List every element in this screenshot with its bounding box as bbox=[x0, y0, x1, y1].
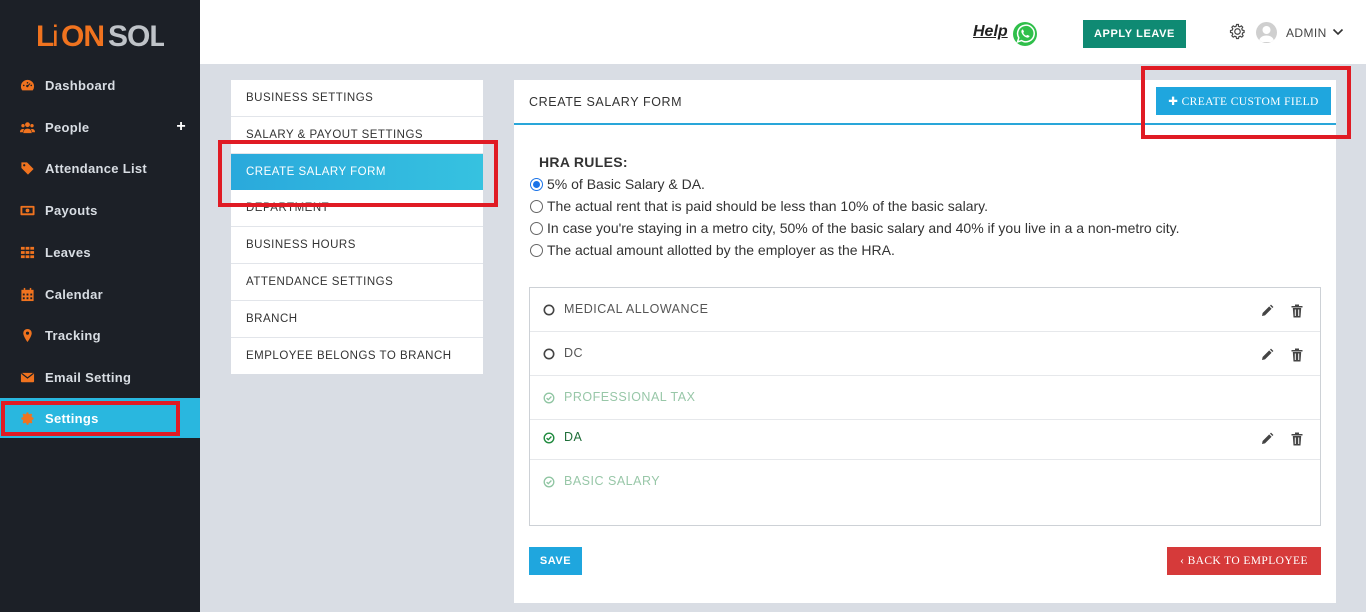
menu-item-business-settings[interactable]: BUSINESS SETTINGS bbox=[231, 80, 483, 117]
circle-icon bbox=[543, 348, 555, 360]
field-label: DC bbox=[564, 346, 584, 360]
envelope-icon bbox=[19, 369, 35, 385]
highlight-box-settings bbox=[1, 401, 180, 436]
circle-icon bbox=[543, 304, 555, 316]
sidebar-item-leaves[interactable]: Leaves bbox=[0, 232, 200, 272]
hra-radio-4[interactable] bbox=[530, 243, 543, 257]
sidebar-item-attendance-list[interactable]: Attendance List bbox=[0, 148, 200, 188]
hra-radio-1[interactable] bbox=[530, 177, 543, 191]
whatsapp-icon[interactable] bbox=[1012, 21, 1038, 47]
sidebar-item-label: Payouts bbox=[45, 202, 98, 218]
lionsol-logo[interactable]: L i ON SOL bbox=[36, 14, 164, 54]
sidebar-item-email-setting[interactable]: Email Setting bbox=[0, 357, 200, 397]
sidebar-item-label: Leaves bbox=[45, 244, 91, 260]
settings-menu: BUSINESS SETTINGS SALARY & PAYOUT SETTIN… bbox=[231, 80, 483, 375]
sidebar-item-dashboard[interactable]: Dashboard bbox=[0, 65, 200, 105]
chevron-down-icon[interactable] bbox=[1332, 27, 1344, 37]
help-link[interactable]: Help bbox=[973, 23, 1008, 41]
user-menu-label[interactable]: ADMIN bbox=[1286, 26, 1327, 40]
people-icon bbox=[19, 119, 35, 135]
dashboard-icon bbox=[19, 77, 35, 93]
check-circle-icon bbox=[543, 476, 555, 488]
menu-item-attendance-settings[interactable]: ATTENDANCE SETTINGS bbox=[231, 264, 483, 301]
add-person-plus-icon[interactable]: + bbox=[176, 118, 186, 136]
hra-option-label: The actual amount allotted by the employ… bbox=[547, 242, 895, 258]
highlight-box-create-salary-form bbox=[218, 140, 498, 207]
sidebar-item-label: Dashboard bbox=[45, 77, 116, 93]
hra-option-label: The actual rent that is paid should be l… bbox=[547, 198, 988, 214]
list-item: DA bbox=[530, 416, 1320, 460]
map-pin-icon bbox=[19, 327, 35, 343]
grid-icon bbox=[19, 244, 35, 260]
menu-item-branch[interactable]: BRANCH bbox=[231, 301, 483, 338]
pencil-icon[interactable] bbox=[1260, 348, 1274, 362]
svg-text:ON: ON bbox=[61, 20, 104, 53]
sidebar-item-label: Attendance List bbox=[45, 160, 148, 176]
hra-radio-2[interactable] bbox=[530, 199, 543, 213]
hra-option-label: 5% of Basic Salary & DA. bbox=[547, 176, 705, 192]
sidebar-item-calendar[interactable]: Calendar bbox=[0, 274, 200, 314]
field-label: MEDICAL ALLOWANCE bbox=[564, 302, 709, 316]
hra-radio-3[interactable] bbox=[530, 221, 543, 235]
pencil-icon[interactable] bbox=[1260, 432, 1274, 446]
save-button[interactable]: SAVE bbox=[529, 547, 582, 575]
apply-leave-button[interactable]: APPLY LEAVE bbox=[1083, 20, 1186, 48]
field-label: PROFESSIONAL TAX bbox=[564, 390, 696, 404]
list-item: BASIC SALARY bbox=[530, 460, 1320, 504]
sidebar-item-label: People bbox=[45, 119, 90, 135]
hra-rules-heading: HRA RULES: bbox=[539, 154, 628, 170]
check-circle-icon bbox=[543, 432, 555, 444]
list-item: DC bbox=[530, 332, 1320, 376]
list-item: MEDICAL ALLOWANCE bbox=[530, 288, 1320, 332]
hra-option-label: In case you're staying in a metro city, … bbox=[547, 220, 1180, 236]
sidebar-item-tracking[interactable]: Tracking bbox=[0, 315, 200, 355]
sidebar-item-label: Calendar bbox=[45, 286, 104, 302]
tag-icon bbox=[19, 160, 35, 176]
panel-title: CREATE SALARY FORM bbox=[529, 95, 683, 109]
list-item: PROFESSIONAL TAX bbox=[530, 376, 1320, 420]
back-to-employee-button[interactable]: ‹ BACK TO EMPLOYEE bbox=[1167, 547, 1321, 575]
svg-text:i: i bbox=[52, 20, 58, 53]
pencil-icon[interactable] bbox=[1260, 304, 1274, 318]
menu-item-business-hours[interactable]: BUSINESS HOURS bbox=[231, 227, 483, 264]
trash-icon[interactable] bbox=[1291, 304, 1303, 318]
svg-text:SOL: SOL bbox=[108, 20, 164, 53]
highlight-box-create-custom-field bbox=[1141, 66, 1351, 139]
hra-option-4[interactable]: The actual amount allotted by the employ… bbox=[530, 242, 895, 258]
check-circle-icon bbox=[543, 392, 555, 404]
field-label: BASIC SALARY bbox=[564, 474, 661, 488]
salary-form-panel: CREATE SALARY FORM ✚ CREATE CUSTOM FIELD… bbox=[514, 80, 1336, 603]
trash-icon[interactable] bbox=[1291, 432, 1303, 446]
salary-field-list: MEDICAL ALLOWANCE DC PROFESSIONAL TAX DA… bbox=[529, 287, 1321, 526]
sidebar-item-people[interactable]: People + bbox=[0, 107, 200, 147]
sidebar-item-label: Email Setting bbox=[45, 369, 132, 385]
sidebar-item-label: Tracking bbox=[45, 327, 101, 343]
top-bar: Help APPLY LEAVE ADMIN bbox=[200, 0, 1366, 64]
money-icon bbox=[19, 202, 35, 218]
trash-icon[interactable] bbox=[1291, 348, 1303, 362]
hra-option-3[interactable]: In case you're staying in a metro city, … bbox=[530, 220, 1179, 236]
menu-item-employee-belongs-to-branch[interactable]: EMPLOYEE BELONGS TO BRANCH bbox=[231, 338, 483, 375]
avatar[interactable] bbox=[1256, 22, 1277, 43]
hra-option-2[interactable]: The actual rent that is paid should be l… bbox=[530, 198, 988, 214]
calendar-icon bbox=[19, 286, 35, 302]
sidebar: L i ON SOL Dashboard People + Attendance… bbox=[0, 0, 200, 612]
sidebar-item-payouts[interactable]: Payouts bbox=[0, 190, 200, 230]
field-label: DA bbox=[564, 430, 583, 444]
settings-gear-icon[interactable] bbox=[1229, 23, 1246, 40]
hra-option-1[interactable]: 5% of Basic Salary & DA. bbox=[530, 176, 705, 192]
